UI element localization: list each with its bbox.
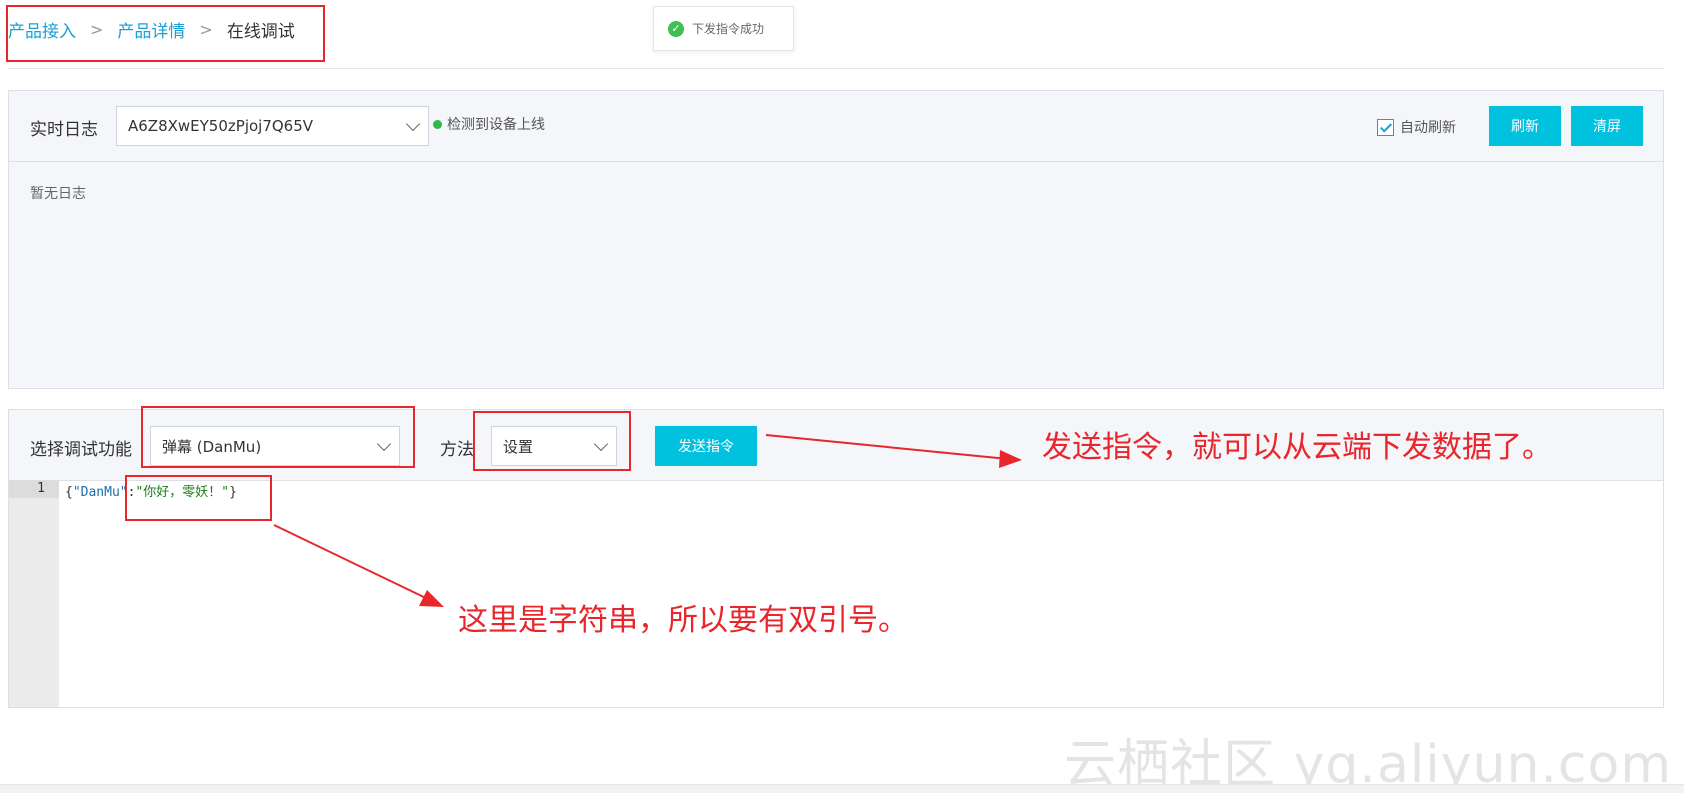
method-label: 方法 xyxy=(440,440,474,460)
log-toolbar: 实时日志 A6Z8XwEY50zPjoj7Q65V 检测到设备上线 自动刷新 刷… xyxy=(9,91,1663,162)
refresh-button[interactable]: 刷新 xyxy=(1489,106,1561,146)
device-status-text: 检测到设备上线 xyxy=(447,117,545,133)
editor-gutter xyxy=(9,480,59,707)
code-brace-open: { xyxy=(65,485,73,500)
online-dot-icon xyxy=(433,119,442,129)
method-select-highlight-box xyxy=(473,411,631,471)
string-annotation: 这里是字符串，所以要有双引号。 xyxy=(458,603,908,638)
chevron-down-icon xyxy=(405,116,421,132)
code-key: "DanMu" xyxy=(72,485,128,500)
auto-refresh-toggle[interactable]: 自动刷新 xyxy=(1377,117,1456,137)
send-command-button[interactable]: 发送指令 xyxy=(655,426,757,466)
divider xyxy=(8,68,1664,69)
breadcrumb-highlight-box xyxy=(6,5,325,62)
check-circle-icon: ✓ xyxy=(668,20,684,37)
checkbox-checked-icon[interactable] xyxy=(1377,118,1394,136)
realtime-log-panel: 实时日志 A6Z8XwEY50zPjoj7Q65V 检测到设备上线 自动刷新 刷… xyxy=(8,90,1664,389)
auto-refresh-label: 自动刷新 xyxy=(1400,120,1456,136)
success-toast: ✓ 下发指令成功 xyxy=(653,6,794,51)
toast-message: 下发指令成功 xyxy=(692,22,765,36)
device-status: 检测到设备上线 xyxy=(433,114,545,134)
device-select[interactable]: A6Z8XwEY50zPjoj7Q65V xyxy=(116,106,429,146)
clear-button[interactable]: 清屏 xyxy=(1571,106,1643,146)
log-title: 实时日志 xyxy=(30,120,98,140)
log-empty-text: 暂无日志 xyxy=(30,186,86,202)
function-label: 选择调试功能 xyxy=(30,440,132,460)
device-select-value: A6Z8XwEY50zPjoj7Q65V xyxy=(128,117,314,135)
line-number: 1 xyxy=(37,481,45,496)
send-annotation: 发送指令，就可以从云端下发数据了。 xyxy=(1042,430,1552,465)
string-value-highlight-box xyxy=(125,475,272,521)
function-select-highlight-box xyxy=(141,406,415,468)
